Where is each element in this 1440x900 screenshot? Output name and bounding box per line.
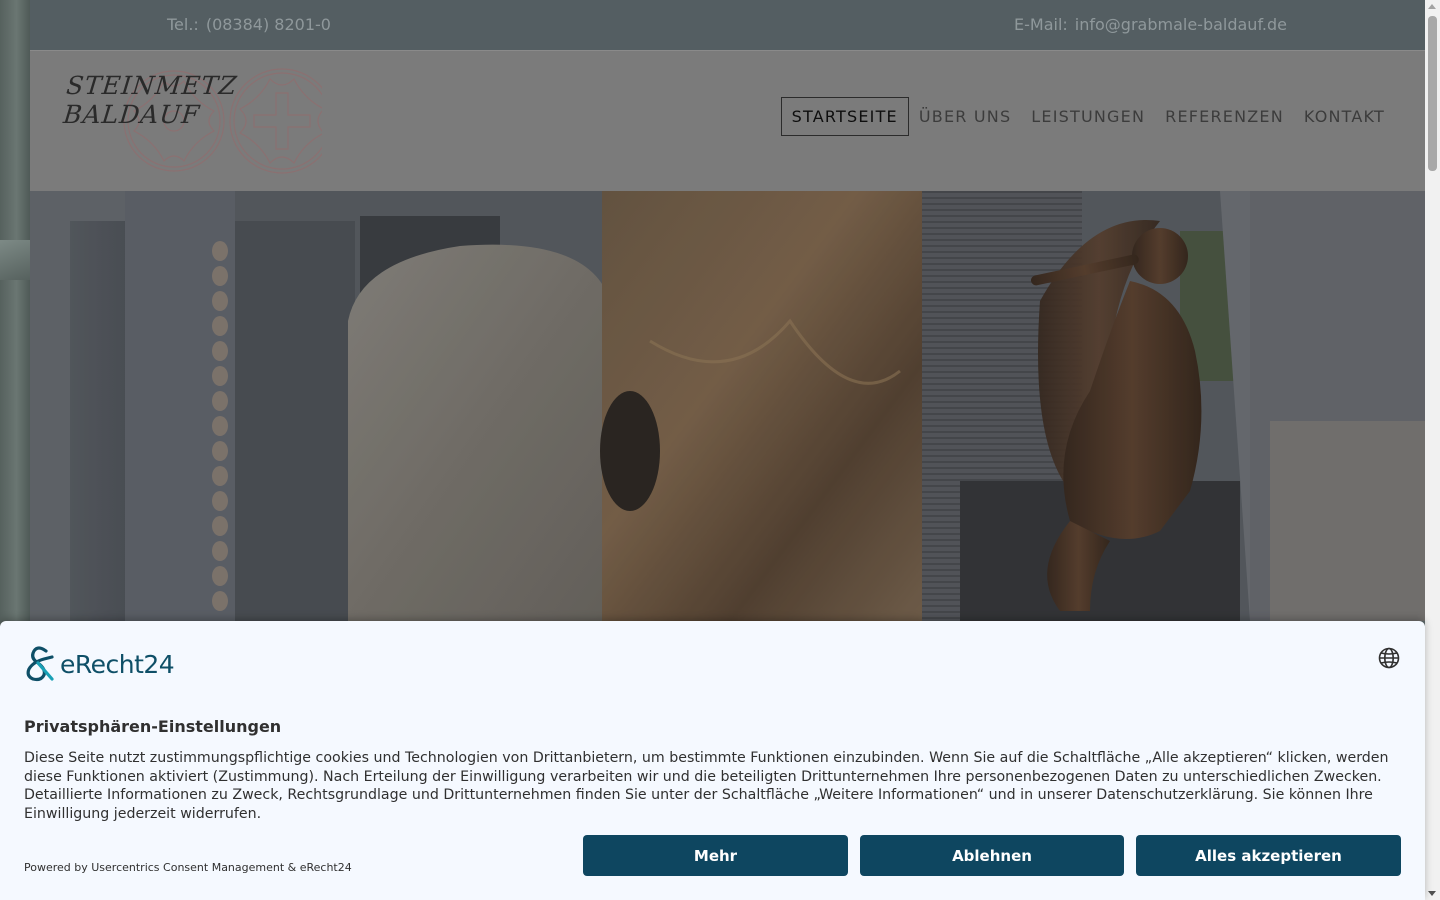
erecht24-ampersand-logo-icon [26,646,54,682]
nav-item-leistungen[interactable]: LEISTUNGEN [1021,98,1155,135]
phone-label: Tel.: [167,15,199,34]
email-contact[interactable]: E-Mail: info@grabmale-baldauf.de [1014,15,1287,34]
scroll-up-arrow-icon[interactable] [1428,4,1436,9]
deny-button[interactable]: Ablehnen [860,835,1124,876]
main-navigation: STARTSEITE ÜBER UNS LEISTUNGEN REFERENZE… [780,97,1395,136]
scroll-down-arrow-icon[interactable] [1428,891,1436,896]
logo-line-2: BALDAUF [61,100,202,129]
brand-name: eRecht24 [60,649,175,679]
logo-wordmark: STEINMETZ BALDAUF [62,71,239,129]
nav-item-referenzen[interactable]: REFERENZEN [1155,98,1294,135]
site-logo[interactable]: STEINMETZ BALDAUF [62,65,322,177]
site-header: STEINMETZ BALDAUF STARTSEITE ÜBER UNS LE… [30,50,1425,192]
nav-item-ueber-uns[interactable]: ÜBER UNS [909,98,1021,135]
nav-item-kontakt[interactable]: KONTAKT [1294,98,1395,135]
logo-line-1: STEINMETZ [65,71,239,100]
phone-contact[interactable]: Tel.: (08384) 8201-0 [167,15,331,34]
contact-bar: Tel.: (08384) 8201-0 E-Mail: info@grabmale… [30,0,1425,50]
page-scrollbar[interactable] [1425,0,1440,900]
email-address[interactable]: info@grabmale-baldauf.de [1075,15,1287,34]
accept-all-button[interactable]: Alles akzeptieren [1136,835,1401,876]
erecht24-logo: eRecht24 [24,645,175,683]
phone-number[interactable]: (08384) 8201-0 [206,15,331,34]
email-label: E-Mail: [1014,15,1068,34]
nav-item-startseite[interactable]: STARTSEITE [780,97,909,136]
more-button[interactable]: Mehr [583,835,848,876]
cookie-consent-banner: eRecht24 Privatsphären-Einstellungen Die… [0,621,1425,900]
scrollbar-thumb[interactable] [1428,16,1437,171]
consent-title: Privatsphären-Einstellungen [24,717,282,736]
globe-icon[interactable] [1378,647,1400,669]
consent-description: Diese Seite nutzt zustimmungspflichtige … [24,750,1389,822]
powered-by-text: Powered by Usercentrics Consent Manageme… [24,861,352,874]
hero-image [30,191,1425,621]
gravestones-with-bronze-angel-photo [30,191,1425,621]
